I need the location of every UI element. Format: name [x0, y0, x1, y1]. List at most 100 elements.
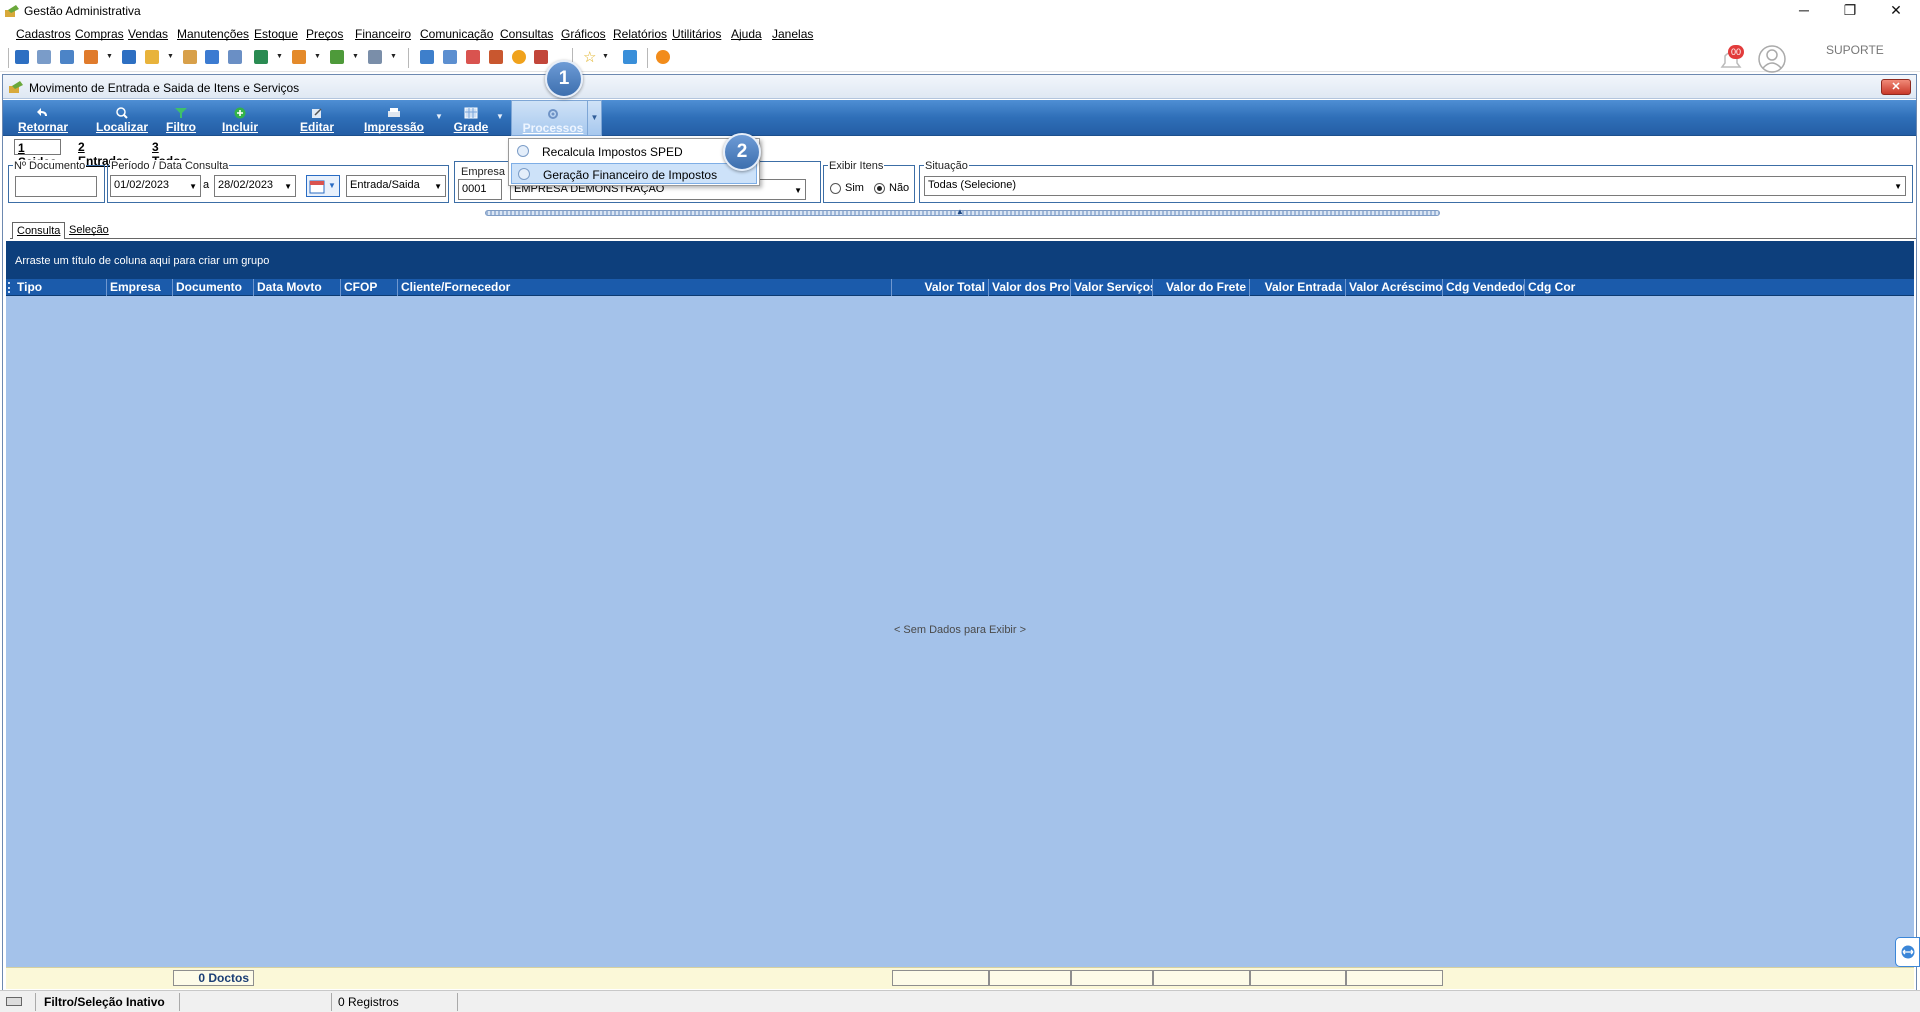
radio-sim[interactable]: [830, 183, 841, 194]
power-icon[interactable]: [656, 50, 670, 64]
col-cdg-cor[interactable]: Cdg Cor: [1525, 279, 1914, 296]
info-icon[interactable]: [623, 50, 637, 64]
menu-financeiro[interactable]: Financeiro: [355, 27, 411, 41]
clock-icon[interactable]: [512, 50, 526, 64]
chevron-down-icon[interactable]: ▼: [794, 186, 802, 195]
menu-compras[interactable]: Compras: [75, 27, 124, 41]
tab-consulta[interactable]: Consulta: [12, 222, 66, 239]
menu-consultas[interactable]: Consultas: [500, 27, 553, 41]
tipo-movimento-select[interactable]: Entrada/Saida ▼: [346, 175, 446, 197]
tab-entradas[interactable]: 2 Entradas: [75, 139, 132, 168]
col-valor-produtos[interactable]: Valor dos Produt: [989, 279, 1071, 296]
date-from-input[interactable]: 01/02/2023 ▼: [110, 175, 201, 197]
situacao-select[interactable]: Todas (Selecione) ▼: [924, 176, 1906, 196]
chevron-down-icon[interactable]: ▼: [167, 53, 174, 60]
star-icon[interactable]: ☆: [583, 48, 596, 66]
impressao-dropdown-arrow[interactable]: ▼: [435, 112, 443, 121]
editar-button[interactable]: Editar: [295, 100, 339, 136]
col-valor-total[interactable]: Valor Total: [892, 279, 989, 296]
cart-icon[interactable]: [254, 50, 268, 64]
menu-relatorios[interactable]: Relatórios: [613, 27, 667, 41]
col-cdg-vendedor[interactable]: Cdg Vendedor: [1443, 279, 1525, 296]
chevron-down-icon[interactable]: ▼: [390, 53, 397, 60]
localizar-button[interactable]: Localizar: [93, 100, 151, 136]
calendar-icon[interactable]: [466, 50, 480, 64]
menu-vendas[interactable]: Vendas: [128, 27, 168, 41]
processos-dropdown-arrow[interactable]: ▼: [587, 100, 602, 136]
restore-button[interactable]: ❐: [1827, 0, 1873, 22]
incluir-button[interactable]: Incluir: [217, 100, 263, 136]
chevron-down-icon[interactable]: ▼: [276, 53, 283, 60]
report-icon[interactable]: [420, 50, 434, 64]
col-cfop[interactable]: CFOP: [341, 279, 398, 296]
people-icon[interactable]: [37, 50, 51, 64]
date-to-input[interactable]: 28/02/2023 ▼: [214, 175, 296, 197]
box-icon[interactable]: [292, 50, 306, 64]
calendar-red-icon[interactable]: [489, 50, 503, 64]
col-valor-acrescimo[interactable]: Valor Acréscimo: [1346, 279, 1443, 296]
chevron-up-icon[interactable]: ▲: [956, 207, 964, 216]
phone-icon[interactable]: [122, 50, 136, 64]
retornar-button[interactable]: Retornar: [15, 100, 71, 136]
menu-comunicacao[interactable]: Comunicação: [420, 27, 493, 41]
tab-todos[interactable]: 3 Todos: [149, 139, 190, 168]
chevron-down-icon[interactable]: ▼: [189, 182, 197, 191]
filtro-button[interactable]: Filtro: [161, 100, 201, 136]
col-valor-frete[interactable]: Valor do Frete: [1153, 279, 1250, 296]
chart-icon[interactable]: [84, 50, 98, 64]
tab-selecao[interactable]: Seleção: [65, 222, 113, 239]
radio-nao[interactable]: [874, 183, 885, 194]
menu-graficos[interactable]: Gráficos: [561, 27, 606, 41]
menu-ajuda[interactable]: Ajuda: [731, 27, 762, 41]
calendar-picker-button[interactable]: ▼: [306, 175, 340, 197]
grade-dropdown-arrow[interactable]: ▼: [496, 112, 504, 121]
calculator-icon[interactable]: [443, 50, 457, 64]
col-valor-entrada[interactable]: Valor Entrada: [1250, 279, 1346, 296]
col-data-movto[interactable]: Data Movto: [254, 279, 341, 296]
user-icon[interactable]: [183, 50, 197, 64]
menu-estoque[interactable]: Estoque: [254, 27, 298, 41]
menu-item-geracao-financeiro[interactable]: Geração Financeiro de Impostos: [511, 163, 757, 184]
calculator-icon[interactable]: [205, 50, 219, 64]
chevron-down-icon[interactable]: ▼: [284, 182, 292, 191]
list-icon[interactable]: [60, 50, 74, 64]
col-tipo[interactable]: Tipo: [14, 279, 107, 296]
tag-icon[interactable]: [145, 50, 159, 64]
minimize-button[interactable]: ─: [1781, 0, 1827, 22]
menu-precos[interactable]: Preços: [306, 27, 343, 41]
user-avatar-icon[interactable]: [1757, 45, 1787, 73]
chevron-down-icon[interactable]: ▼: [352, 53, 359, 60]
tab-saidas[interactable]: 1 Saidas: [14, 139, 61, 169]
col-empresa[interactable]: Empresa: [107, 279, 173, 296]
menu-cadastros[interactable]: Cadastros: [16, 27, 71, 41]
menu-utilitarios[interactable]: Utilitários: [672, 27, 721, 41]
menu-manutencoes[interactable]: Manutenções: [177, 27, 249, 41]
search-doc-icon[interactable]: [534, 50, 548, 64]
col-documento[interactable]: Documento: [173, 279, 254, 296]
chevron-down-icon[interactable]: ▼: [602, 53, 609, 60]
chevron-down-icon[interactable]: ▼: [314, 53, 321, 60]
empresa-code-input[interactable]: 0001: [458, 179, 502, 200]
grade-button[interactable]: Grade: [447, 100, 495, 136]
documento-input[interactable]: [15, 176, 97, 197]
col-cliente-fornecedor[interactable]: Cliente/Fornecedor: [398, 279, 892, 296]
menu-item-recalcula-impostos[interactable]: Recalcula Impostos SPED: [511, 141, 757, 162]
printer-icon[interactable]: [368, 50, 382, 64]
app-close-button[interactable]: ✕: [1873, 0, 1919, 22]
menu-janelas[interactable]: Janelas: [772, 27, 813, 41]
notification-bell[interactable]: 00: [1716, 45, 1746, 72]
document-icon[interactable]: [228, 50, 242, 64]
user-name[interactable]: SUPORTE: [1826, 43, 1884, 57]
col-valor-servicos[interactable]: Valor Serviços: [1071, 279, 1153, 296]
group-by-area[interactable]: Arraste um título de coluna aqui para cr…: [6, 241, 1914, 279]
window-close-button[interactable]: ✕: [1881, 79, 1911, 95]
chevron-down-icon[interactable]: ▼: [434, 182, 442, 191]
money-icon[interactable]: [330, 50, 344, 64]
new-document-icon[interactable]: [15, 50, 29, 64]
chevron-down-icon[interactable]: ▼: [1894, 182, 1902, 191]
remote-support-button[interactable]: [1895, 937, 1920, 967]
processos-button[interactable]: Processos: [511, 100, 595, 136]
chevron-down-icon[interactable]: ▼: [106, 53, 113, 60]
impressao-button[interactable]: Impressão: [359, 100, 429, 136]
panel-splitter[interactable]: ▲: [485, 207, 1440, 216]
